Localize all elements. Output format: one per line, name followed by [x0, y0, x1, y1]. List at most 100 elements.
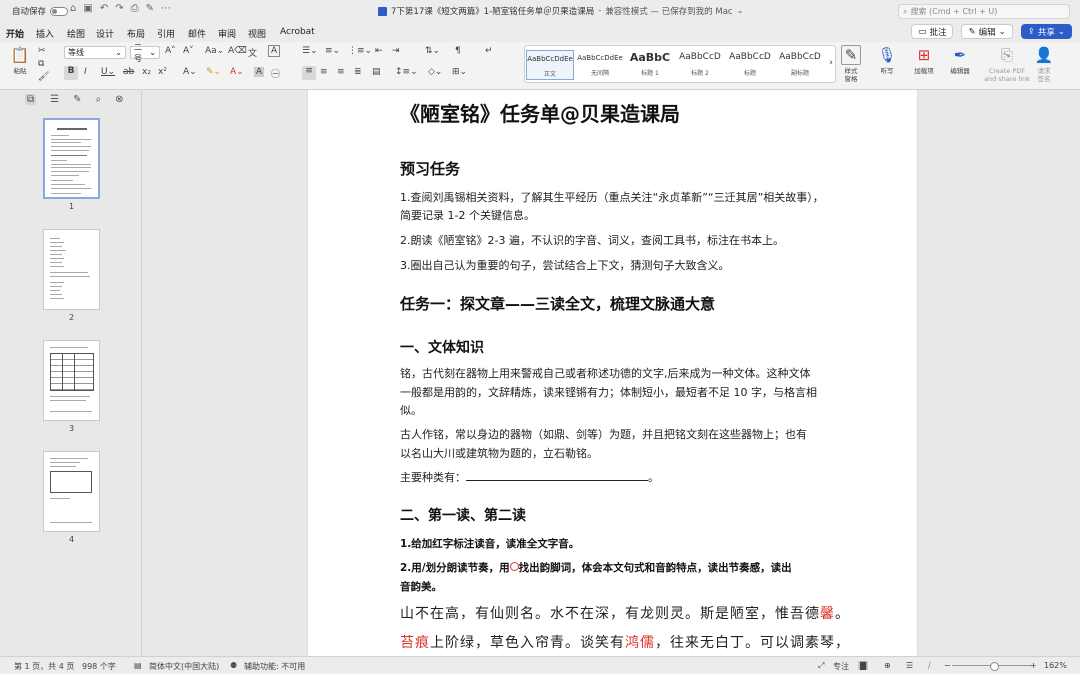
word-count[interactable]: 998 个字 [82, 661, 116, 672]
search-input[interactable]: ⌕ 搜索 (Cmd + Ctrl + U) [898, 4, 1070, 19]
page-thumbnail[interactable] [43, 118, 100, 199]
highlight-icon[interactable]: ✎⌄ [206, 67, 221, 77]
tab-view[interactable]: 视图 [248, 27, 266, 40]
request-signature-button[interactable]: 👤 请求 签名 [1032, 45, 1056, 84]
print-layout-icon[interactable]: ▇ [858, 661, 869, 670]
zoom-level[interactable]: 162% [1044, 661, 1067, 670]
edit-list-icon[interactable]: ✎ [73, 94, 81, 105]
char-shading-icon[interactable]: A [254, 67, 265, 77]
accessibility-status[interactable]: 辅助功能: 不可用 [244, 661, 305, 672]
document-page[interactable]: 《陋室铭》任务单@贝果造课局 预习任务 1.查阅刘禹锡相关资料，了解其生平经历（… [308, 90, 917, 656]
paste-button[interactable]: 📋 粘贴 [8, 45, 32, 76]
focus-label[interactable]: 专注 [833, 661, 849, 672]
tab-draw[interactable]: 绘图 [67, 27, 85, 40]
tab-references[interactable]: 引用 [157, 27, 175, 40]
headings-icon[interactable]: ☰ [50, 94, 59, 105]
tab-acrobat[interactable]: Acrobat [280, 27, 315, 37]
focus-icon[interactable]: ⤢ [818, 661, 824, 671]
align-left-icon[interactable]: ≡ [302, 66, 316, 80]
enclose-char-icon[interactable]: ㊀ [271, 67, 280, 80]
create-pdf-button[interactable]: ⎘ Create PDF and share link [982, 45, 1032, 84]
autosave-toggle[interactable]: 自动保存 [12, 5, 69, 17]
underline-icon[interactable]: U⌄ [101, 67, 115, 77]
numbering-icon[interactable]: ≡⌄ [325, 46, 340, 56]
tab-design[interactable]: 设计 [96, 27, 114, 40]
phonetic-guide-icon[interactable]: 文 [248, 46, 257, 59]
strikethrough-icon[interactable]: ab [123, 67, 134, 77]
style-no-spacing[interactable]: AaBbCcDdEe 无间隔 [576, 50, 624, 80]
bold-icon[interactable]: B [64, 66, 78, 80]
style-heading-2[interactable]: AaBbCcD 标题 2 [676, 50, 724, 80]
zoom-out-icon[interactable]: − [944, 661, 951, 670]
document-title[interactable]: 7下第17课《短文两篇》1-陋室铭任务单＠贝果造课局 - 兼容性模式 — 已保存… [378, 5, 744, 17]
tab-home[interactable]: 开始 [6, 27, 25, 44]
language[interactable]: 简体中文(中国大陆) [149, 661, 219, 672]
redo-icon[interactable]: ↷ [115, 3, 123, 14]
justify-icon[interactable]: ≣ [354, 67, 362, 77]
dictate-button[interactable]: 🎙 听写 [874, 45, 900, 76]
print-icon[interactable]: ⎙ [131, 3, 139, 14]
font-size-select[interactable]: 二号 ⌄ [130, 43, 160, 63]
tab-layout[interactable]: 布局 [127, 27, 145, 40]
fill-blank[interactable] [466, 471, 648, 481]
font-color-icon[interactable]: A⌄ [230, 67, 244, 77]
change-case-icon[interactable]: Aa⌄ [205, 46, 224, 56]
edit-button[interactable]: ✎ 编辑 ⌄ [961, 24, 1013, 39]
style-heading-1[interactable]: AaBbC 标题 1 [626, 50, 674, 80]
more-icon[interactable]: ⋯ [161, 3, 171, 14]
cut-icon[interactable]: ✂ [38, 46, 46, 56]
char-border-icon[interactable]: A [268, 45, 281, 57]
tab-mailings[interactable]: 邮件 [188, 27, 206, 40]
italic-icon[interactable]: I [84, 67, 87, 77]
format-painter-icon[interactable]: ✎ [146, 3, 154, 14]
zoom-in-icon[interactable]: + [1030, 661, 1037, 670]
distribute-icon[interactable]: ▤ [372, 67, 381, 77]
toggle-switch[interactable] [50, 6, 69, 16]
align-center-icon[interactable]: ≡ [320, 67, 328, 77]
page-thumbnail[interactable] [43, 229, 100, 310]
read-mode-icon[interactable]: ☰ [906, 661, 913, 670]
font-name-select[interactable]: 等线 ⌄ [64, 46, 126, 59]
style-subtitle[interactable]: AaBbCcD 副标题 [776, 50, 824, 80]
tab-insert[interactable]: 插入 [36, 27, 54, 40]
close-icon[interactable]: ⊗ [115, 94, 123, 105]
chevron-right-icon[interactable]: › [829, 58, 833, 68]
thumbnails-icon[interactable]: ⧉ [25, 94, 37, 105]
increase-indent-icon[interactable]: ⇥ [392, 46, 400, 56]
style-title[interactable]: AaBbCcD 标题 [726, 50, 774, 80]
grow-font-icon[interactable]: A˄ [165, 46, 176, 56]
subscript-icon[interactable]: x₂ [142, 67, 151, 77]
shrink-font-icon[interactable]: A˅ [183, 46, 194, 56]
page-thumbnail[interactable] [43, 451, 100, 532]
borders-icon[interactable]: ⊞⌄ [452, 67, 467, 77]
style-normal[interactable]: AaBbCcDdEe 正文 [526, 50, 574, 80]
page-thumbnail[interactable] [43, 340, 100, 421]
bullets-icon[interactable]: ☰⌄ [302, 46, 318, 56]
proofing-icon[interactable]: ▤ [134, 661, 142, 670]
decrease-indent-icon[interactable]: ⇤ [375, 46, 383, 56]
format-painter-icon[interactable]: 🖌 [38, 72, 49, 82]
styles-pane-button[interactable]: ✎ 样式 窗格 [838, 45, 864, 83]
copy-icon[interactable]: ⧉ [38, 59, 44, 69]
show-marks-icon[interactable]: ¶ [455, 46, 461, 56]
save-icon[interactable]: ▣ [83, 3, 92, 14]
home-icon[interactable]: ⌂ [70, 3, 76, 14]
paragraph-dialog-icon[interactable]: ↵ [485, 46, 493, 56]
addins-button[interactable]: ⊞ 加载项 [910, 45, 938, 76]
clear-format-icon[interactable]: A⌫ [228, 46, 247, 56]
outline-icon[interactable]: ⧸ [928, 661, 931, 671]
page-count[interactable]: 第 1 页，共 4 页 [14, 661, 74, 672]
accessibility-icon[interactable]: ⚉ [230, 661, 237, 670]
multilevel-list-icon[interactable]: ⋮≡⌄ [348, 46, 372, 56]
shading-icon[interactable]: ◇⌄ [428, 67, 442, 77]
align-right-icon[interactable]: ≡ [337, 67, 345, 77]
sort-icon[interactable]: ⇅⌄ [425, 46, 440, 56]
tab-review[interactable]: 审阅 [218, 27, 236, 40]
undo-icon[interactable]: ↶ [100, 3, 108, 14]
web-layout-icon[interactable]: ⊕ [884, 661, 891, 670]
superscript-icon[interactable]: x² [158, 67, 167, 77]
search-icon[interactable]: ⌕ [96, 94, 102, 105]
share-button[interactable]: ⇪ 共享 ⌄ [1020, 24, 1072, 39]
line-spacing-icon[interactable]: ↕≡⌄ [395, 67, 418, 77]
text-effects-icon[interactable]: A⌄ [183, 67, 197, 77]
